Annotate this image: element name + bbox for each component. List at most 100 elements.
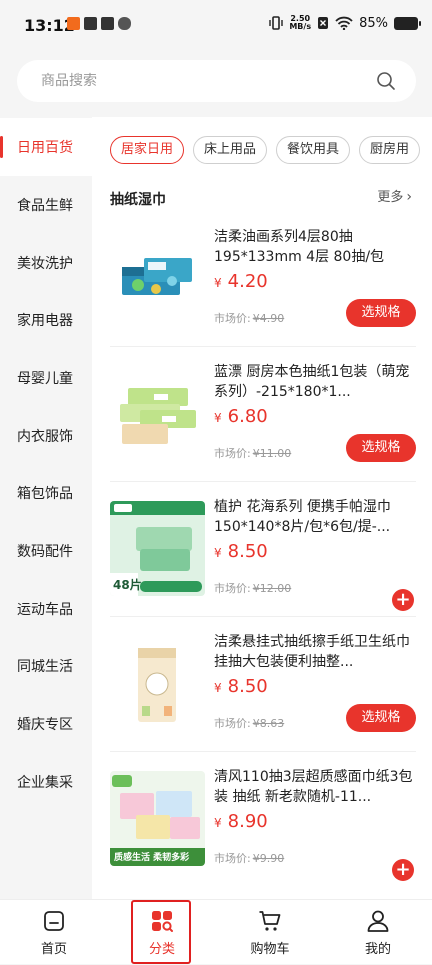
product-title: 蓝漂 厨房本色抽纸1包装（萌宠系列）-215*180*1...	[214, 364, 410, 400]
section-title: 抽纸湿巾	[110, 192, 166, 208]
user-icon	[367, 910, 389, 932]
status-indicators: 2.50 MB/s 85%	[269, 14, 421, 31]
category-item-bags[interactable]: 箱包饰品	[0, 464, 92, 522]
price-value: 8.50	[227, 541, 268, 562]
battery-percent: 85%	[359, 15, 388, 31]
tab-cart[interactable]: 购物车	[216, 900, 324, 965]
chip-home-daily[interactable]: 居家日用	[110, 136, 185, 164]
tab-label: 我的	[364, 942, 391, 957]
category-item-wedding[interactable]: 婚庆专区	[0, 695, 92, 753]
price-value: 8.90	[227, 811, 268, 832]
tab-label: 购物车	[250, 942, 290, 957]
more-label: 更多	[377, 190, 404, 205]
product-price: ¥8.50	[214, 676, 268, 697]
chip-bedding[interactable]: 床上用品	[193, 136, 268, 164]
category-item-enterprise[interactable]: 企业集采	[0, 753, 92, 811]
no-sim-icon	[318, 17, 329, 29]
product-title: 洁柔悬挂式抽纸擦手纸卫生纸巾挂抽大包装便利抽整...	[214, 634, 410, 670]
tab-home[interactable]: 首页	[0, 900, 108, 965]
tab-label: 分类	[148, 942, 175, 957]
product-title: 清风110抽3层超质感面巾纸3包装 抽纸 新老款随机-11...	[214, 769, 413, 805]
product-image: 质感生活 柔韧多彩	[110, 771, 205, 866]
more-link[interactable]: 更多 ›	[377, 186, 412, 205]
add-to-cart-icon[interactable]: +	[392, 589, 414, 611]
chip-kitchen[interactable]: 厨房用	[359, 136, 421, 164]
category-item-appliances[interactable]: 家用电器	[0, 291, 92, 349]
market-price: 市场价: ¥8.63	[214, 715, 284, 731]
product-item[interactable]: 48片 植护 花海系列 便携手帕湿巾150*140*8片/包*6包/提-... …	[110, 483, 416, 617]
category-sidebar: 日用百货 食品生鲜 美妆洗护 家用电器 母婴儿童 内衣服饰 箱包饰品 数码配件 …	[0, 117, 92, 899]
promo-banner-text: 质感生活 柔韧多彩	[114, 853, 190, 863]
category-item-digital[interactable]: 数码配件	[0, 522, 92, 580]
network-speed: 2.50 MB/s	[289, 14, 312, 31]
product-image	[110, 366, 205, 461]
currency-symbol: ¥	[214, 681, 222, 695]
search-icon[interactable]	[376, 71, 396, 91]
category-item-sports[interactable]: 运动车品	[0, 580, 92, 638]
category-item-baby[interactable]: 母婴儿童	[0, 349, 92, 407]
battery-icon	[394, 16, 421, 30]
product-price: ¥8.50	[214, 541, 268, 562]
chip-tableware[interactable]: 餐饮用具	[276, 136, 351, 164]
product-title: 洁柔油画系列4层80抽 195*133mm 4层 80抽/包	[214, 229, 385, 265]
price-value: 8.50	[227, 676, 268, 697]
category-item-beauty[interactable]: 美妆洗护	[0, 234, 92, 292]
product-title: 植护 花海系列 便携手帕湿巾150*140*8片/包*6包/提-...	[214, 499, 391, 535]
product-item[interactable]: 蓝漂 厨房本色抽纸1包装（萌宠系列）-215*180*1... ¥6.80 市场…	[110, 348, 416, 482]
tab-label: 首页	[40, 942, 67, 957]
category-item-local[interactable]: 同城生活	[0, 637, 92, 695]
market-label: 市场价:	[214, 717, 251, 730]
category-item-food[interactable]: 食品生鲜	[0, 176, 92, 234]
tab-profile[interactable]: 我的	[324, 900, 432, 965]
market-price: 市场价: ¥4.90	[214, 310, 284, 326]
market-price: 市场价: ¥12.00	[214, 580, 291, 596]
bottom-tab-bar: 首页 分类 购物车 我的	[0, 899, 432, 964]
product-image: 48片	[110, 501, 205, 596]
home-icon	[44, 911, 64, 931]
status-bar: 13:12 2.50 MB/s 85%	[0, 0, 432, 50]
product-image	[110, 636, 205, 731]
vibrate-icon	[269, 16, 284, 30]
tab-category[interactable]: 分类	[108, 900, 216, 965]
market-value: ¥4.90	[252, 312, 285, 325]
market-value: ¥9.90	[252, 852, 285, 865]
product-price: ¥4.20	[214, 271, 268, 292]
category-item-daily-goods[interactable]: 日用百货	[0, 118, 92, 176]
currency-symbol: ¥	[214, 411, 222, 425]
product-item[interactable]: 洁柔悬挂式抽纸擦手纸卫生纸巾挂抽大包装便利抽整... ¥8.50 市场价: ¥8.…	[110, 618, 416, 752]
select-spec-button[interactable]: 选规格	[346, 704, 416, 732]
market-value: ¥8.63	[252, 717, 285, 730]
product-price: ¥6.80	[214, 406, 268, 427]
play-notification-icon	[84, 17, 97, 30]
product-item[interactable]: 质感生活 柔韧多彩 清风110抽3层超质感面巾纸3包装 抽纸 新老款随机-11.…	[110, 753, 416, 887]
add-to-cart-icon[interactable]: +	[392, 859, 414, 881]
search-bar[interactable]	[17, 60, 416, 102]
app-notification-icon	[67, 17, 80, 30]
currency-symbol: ¥	[214, 276, 222, 290]
category-grid-icon	[152, 911, 173, 932]
select-spec-button[interactable]: 选规格	[346, 434, 416, 462]
price-value: 4.20	[227, 271, 268, 292]
select-spec-button[interactable]: 选规格	[346, 299, 416, 327]
pack-count-badge: 48片	[113, 578, 142, 592]
market-price: 市场价: ¥9.90	[214, 850, 284, 866]
product-image	[110, 231, 205, 326]
currency-symbol: ¥	[214, 816, 222, 830]
price-value: 6.80	[227, 406, 268, 427]
subcategory-chips: 居家日用 床上用品 餐饮用具 厨房用	[110, 136, 421, 164]
product-price: ¥8.90	[214, 811, 268, 832]
notification-icons	[67, 17, 131, 30]
market-value: ¥12.00	[252, 582, 292, 595]
market-label: 市场价:	[214, 852, 251, 865]
market-label: 市场价:	[214, 312, 251, 325]
mail-notification-icon	[101, 17, 114, 30]
market-label: 市场价:	[214, 582, 251, 595]
chevron-right-icon: ›	[406, 189, 412, 205]
product-item[interactable]: 洁柔油画系列4层80抽 195*133mm 4层 80抽/包 ¥4.20 市场价…	[110, 213, 416, 347]
link-notification-icon	[118, 17, 131, 30]
market-value: ¥11.00	[252, 447, 292, 460]
currency-symbol: ¥	[214, 546, 222, 560]
search-input[interactable]	[41, 60, 361, 102]
product-panel: 居家日用 床上用品 餐饮用具 厨房用 抽纸湿巾 更多 › 洁柔油画系列4层80抽 …	[92, 117, 432, 899]
category-item-apparel[interactable]: 内衣服饰	[0, 407, 92, 465]
